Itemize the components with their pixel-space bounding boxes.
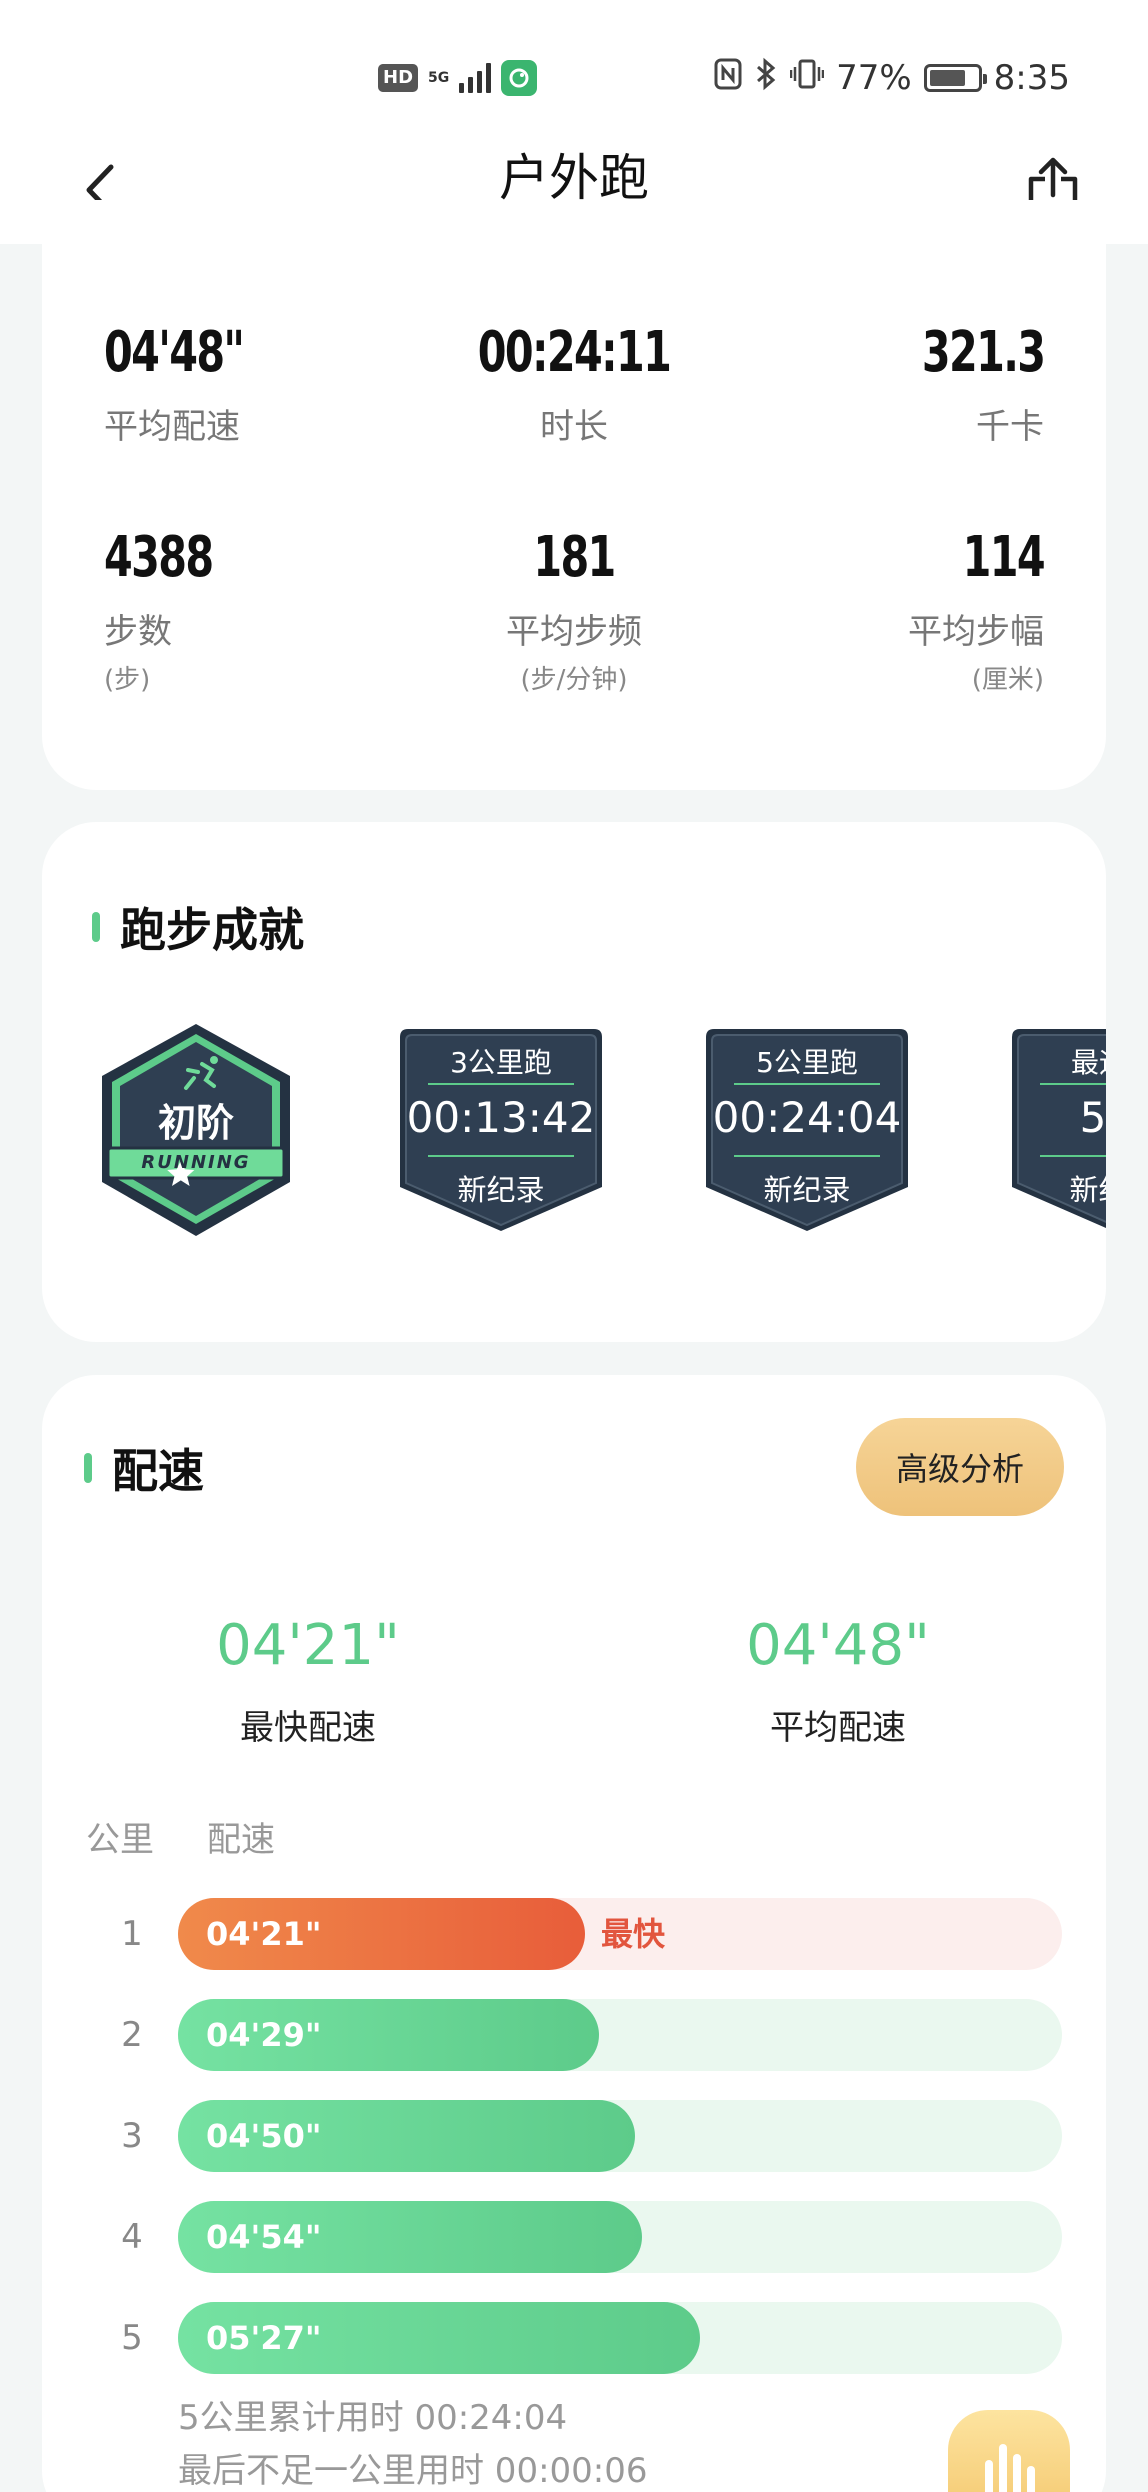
- split-km: 3: [121, 2116, 143, 2156]
- achievements-header: 跑步成就: [92, 894, 304, 960]
- column-header-pace: 配速: [207, 1820, 275, 1860]
- medal-footer: 新纪录: [457, 1173, 545, 1207]
- split-track: 04'29": [178, 1999, 1062, 2071]
- bar-chart-icon: [985, 2444, 1035, 2492]
- app-notification-icon: [501, 60, 538, 96]
- average-pace-value: 04'48": [746, 1613, 930, 1678]
- medal-title: 最远跑: [1070, 1046, 1106, 1079]
- pace-split-row: 1 04'21" 最快: [42, 1898, 1106, 1970]
- network-type: 5G: [428, 69, 450, 86]
- split-pace-value: 05'27": [206, 2319, 322, 2357]
- pace-split-row: 4 04'54": [42, 2201, 1106, 2273]
- split-km: 5: [121, 2318, 143, 2358]
- column-header-km: 公里: [86, 1820, 154, 1860]
- divider: [734, 1155, 880, 1157]
- average-pace-summary: 04'48" 平均配速: [638, 1613, 1038, 1749]
- split-km: 1: [121, 1914, 143, 1954]
- pace-split-row: 3 04'50": [42, 2100, 1106, 2172]
- pace-header: 配速: [84, 1435, 204, 1501]
- stat-label: 平均步频: [506, 612, 642, 652]
- fastest-tag: 最快: [601, 1915, 666, 1953]
- status-right: 77% 8:35: [714, 56, 1070, 100]
- stat-label: 步数: [104, 612, 172, 652]
- pace-card: 配速 高级分析 04'21" 最快配速 04'48" 平均配速 公里 配速 10…: [42, 1375, 1106, 2492]
- divider: [428, 1083, 574, 1085]
- badge-subtitle: RUNNING: [141, 1152, 251, 1173]
- bluetooth-icon: [754, 57, 778, 99]
- stat-value: 4388: [104, 525, 214, 590]
- stat-value: 00:24:11: [477, 320, 672, 385]
- stat-label: 平均配速: [104, 407, 240, 447]
- section-accent-bar: [92, 912, 100, 942]
- medal-value: 00:24:04: [712, 1093, 902, 1142]
- battery-percent: 77%: [836, 58, 912, 98]
- section-accent-bar: [84, 1453, 92, 1483]
- pace-split-row: 2 04'29": [42, 1999, 1106, 2071]
- stat-duration: 00:24:11 时长: [424, 320, 724, 448]
- stat-steps: 4388 步数 (步): [104, 525, 236, 696]
- medal-5km[interactable]: 5公里跑 00:24:04 新纪录: [704, 1027, 910, 1233]
- summary-stats-card: 04'48" 平均配速 00:24:11 时长 321.3 千卡 4388 步数…: [42, 200, 1106, 790]
- divider: [1040, 1083, 1106, 1085]
- stat-label: 时长: [540, 407, 608, 447]
- floating-chart-button[interactable]: [948, 2410, 1070, 2492]
- stat-label: 千卡: [976, 407, 1044, 447]
- split-pace-value: 04'21": [206, 1915, 322, 1953]
- status-bar: HD 5G 77% 8:35: [0, 0, 1148, 140]
- stat-avg-pace: 04'48" 平均配速: [104, 320, 274, 448]
- average-pace-label: 平均配速: [770, 1708, 906, 1748]
- medal-value: 5.0: [1079, 1093, 1106, 1142]
- divider: [734, 1083, 880, 1085]
- badge-level-text: 初阶: [157, 1101, 234, 1145]
- clock: 8:35: [993, 58, 1070, 98]
- split-pace-value: 04'50": [206, 2117, 322, 2155]
- advanced-analysis-button[interactable]: 高级分析: [856, 1418, 1064, 1516]
- split-track: 04'54": [178, 2201, 1062, 2273]
- stat-calories: 321.3 千卡: [895, 320, 1046, 448]
- medal-title: 5公里跑: [756, 1046, 858, 1079]
- split-track: 04'50": [178, 2100, 1062, 2172]
- stat-stride: 114 平均步幅 (厘米): [908, 525, 1046, 696]
- split-pace-value: 04'29": [206, 2016, 322, 2054]
- stat-value: 181: [533, 525, 616, 590]
- stat-value: 114: [962, 525, 1046, 590]
- runner-level-badge[interactable]: 初阶 RUNNING: [94, 1020, 298, 1244]
- stat-value: 04'48": [104, 320, 245, 385]
- total-time-note: 5公里累计用时 00:24:04: [178, 2398, 568, 2438]
- stat-unit: (步/分钟): [520, 665, 628, 695]
- achievements-card: 跑步成就 初阶 RUNNING 3公里跑 00:13:42 新纪录 5公里跑 0…: [42, 822, 1106, 1342]
- divider: [1040, 1155, 1106, 1157]
- split-km: 2: [121, 2015, 143, 2055]
- battery-icon: [923, 64, 987, 92]
- medal-3km[interactable]: 3公里跑 00:13:42 新纪录: [398, 1027, 604, 1233]
- fastest-pace-value: 04'21": [216, 1613, 400, 1678]
- medal-footer: 新纪录: [763, 1173, 851, 1207]
- stat-value: 321.3: [921, 320, 1046, 385]
- stat-label: 平均步幅: [908, 612, 1044, 652]
- fastest-pace-summary: 04'21" 最快配速: [108, 1613, 508, 1749]
- section-title: 跑步成就: [120, 903, 304, 957]
- split-track: 04'21" 最快: [178, 1898, 1062, 1970]
- nfc-icon: [714, 58, 742, 98]
- stat-cadence: 181 平均步频 (步/分钟): [424, 525, 724, 696]
- divider: [428, 1155, 574, 1157]
- medal-title: 3公里跑: [450, 1046, 552, 1079]
- medal-longest-run[interactable]: 最远跑 5.0 新纪录: [1010, 1027, 1106, 1233]
- split-track: 05'27": [178, 2302, 1062, 2374]
- signal-icon: [459, 63, 492, 93]
- fastest-pace-label: 最快配速: [240, 1708, 376, 1748]
- split-pace-value: 04'54": [206, 2218, 322, 2256]
- hd-badge: HD: [378, 64, 419, 92]
- pace-split-row: 5 05'27": [42, 2302, 1106, 2374]
- medal-footer: 新纪录: [1069, 1173, 1106, 1207]
- medal-value: 00:13:42: [406, 1093, 596, 1142]
- remainder-time-note: 最后不足一公里用时 00:00:06: [178, 2451, 648, 2491]
- stat-unit: (厘米): [971, 665, 1044, 695]
- section-title: 配速: [112, 1444, 204, 1498]
- status-left: HD 5G: [378, 60, 538, 96]
- split-km: 4: [121, 2217, 143, 2257]
- vibrate-icon: [789, 58, 825, 98]
- stat-unit: (步): [104, 665, 151, 695]
